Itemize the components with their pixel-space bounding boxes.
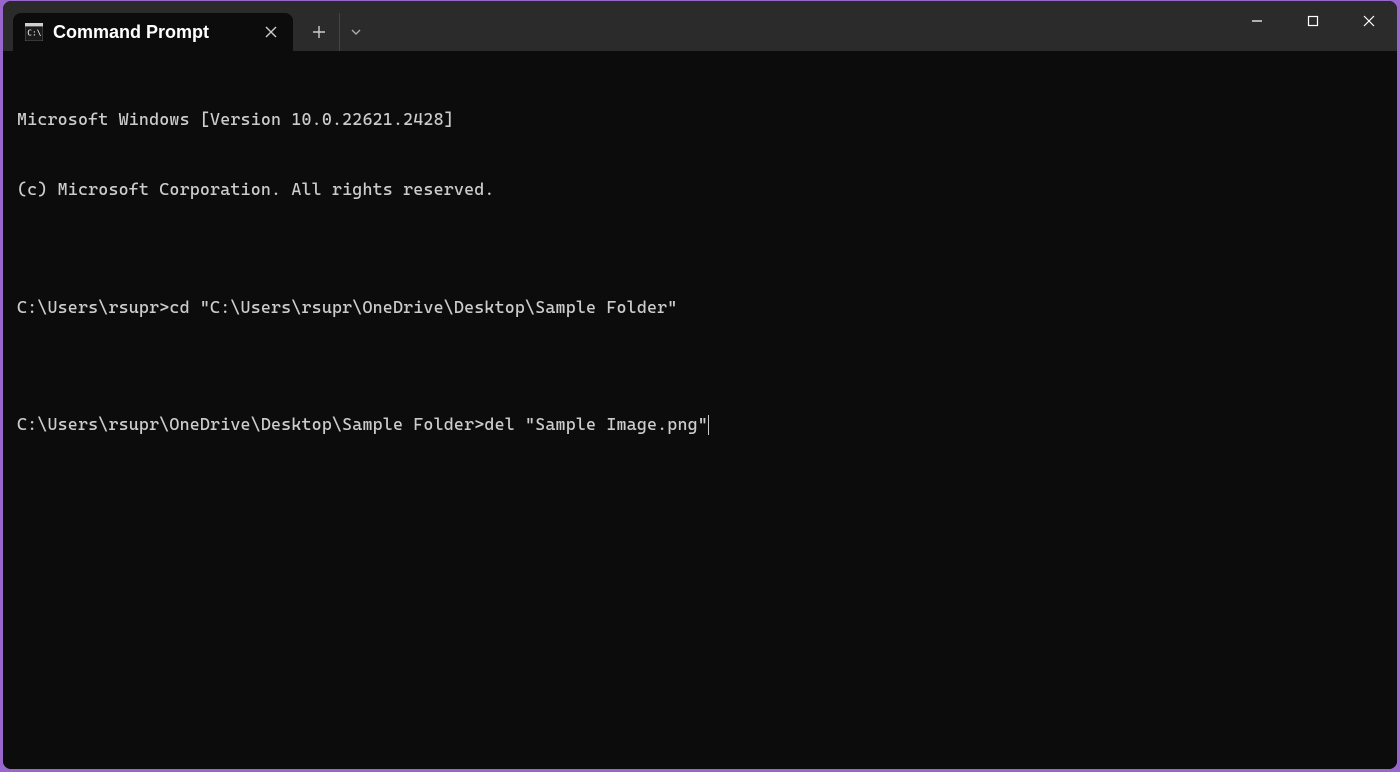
terminal-line: Microsoft Windows [Version 10.0.22621.24…: [17, 108, 1383, 131]
svg-text:C:\: C:\: [27, 28, 41, 37]
tab-close-button[interactable]: [257, 18, 285, 46]
current-input: del "Sample Image.png": [484, 413, 708, 436]
minimize-button[interactable]: [1229, 1, 1285, 41]
tab-dropdown-button[interactable]: [339, 13, 371, 51]
active-tab[interactable]: C:\ Command Prompt: [13, 13, 293, 51]
cmd-icon: C:\: [25, 23, 43, 41]
close-button[interactable]: [1341, 1, 1397, 41]
current-prompt-line: C:\Users\rsupr\OneDrive\Desktop\Sample F…: [17, 413, 1383, 436]
terminal-line: C:\Users\rsupr>cd "C:\Users\rsupr\OneDri…: [17, 296, 1383, 319]
tab-title: Command Prompt: [53, 22, 251, 43]
terminal-window: C:\ Command Prompt: [3, 1, 1397, 769]
titlebar: C:\ Command Prompt: [3, 1, 1397, 51]
cursor-icon: [708, 415, 710, 435]
maximize-button[interactable]: [1285, 1, 1341, 41]
prompt-path: C:\Users\rsupr\OneDrive\Desktop\Sample F…: [17, 413, 484, 436]
terminal-content[interactable]: Microsoft Windows [Version 10.0.22621.24…: [3, 51, 1397, 769]
new-tab-button[interactable]: [299, 13, 339, 51]
terminal-line: (c) Microsoft Corporation. All rights re…: [17, 178, 1383, 201]
window-controls: [1229, 1, 1397, 41]
